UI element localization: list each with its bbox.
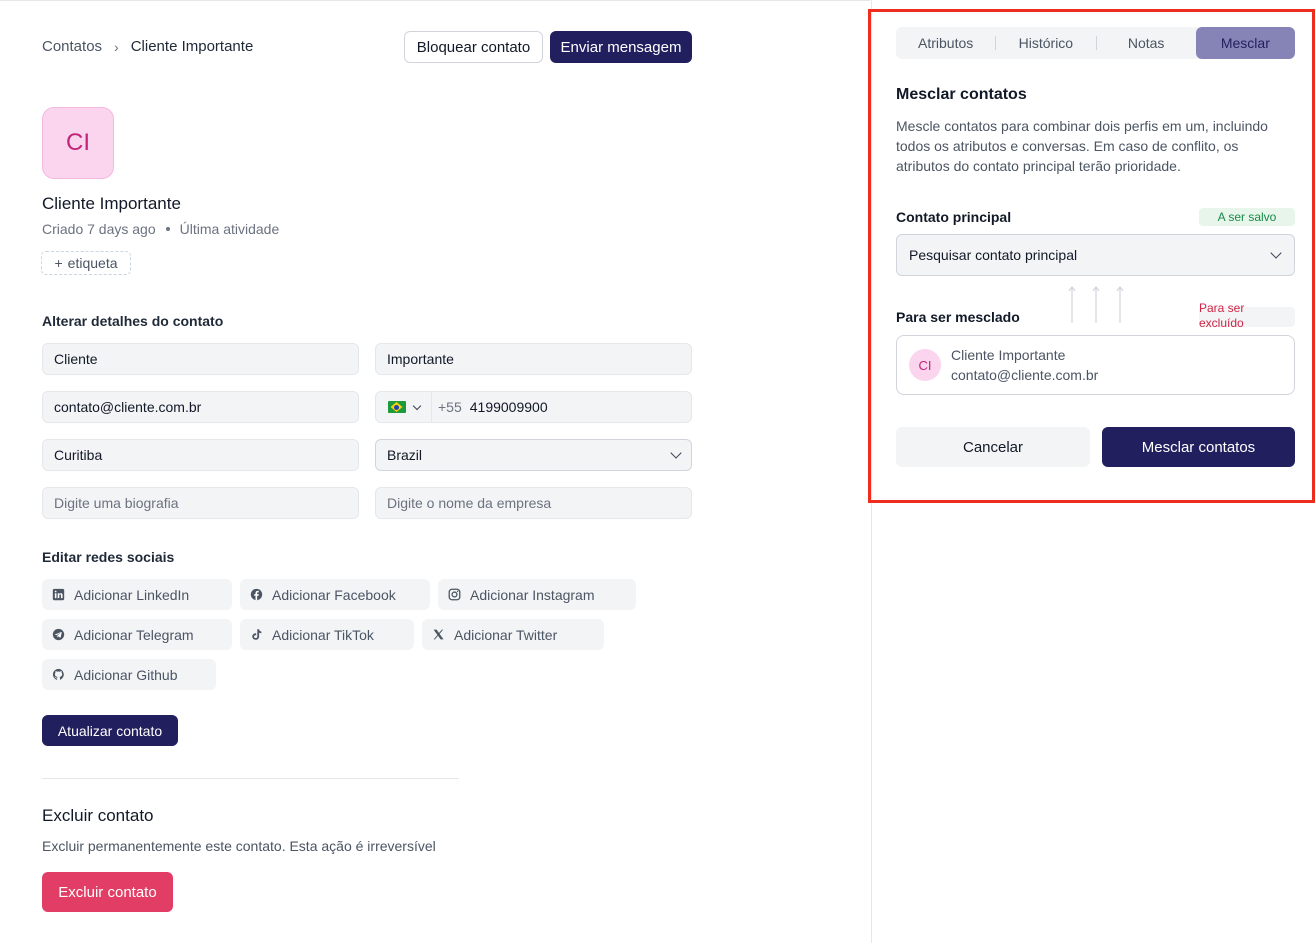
phone-code: +55 <box>438 399 462 415</box>
add-github-button[interactable]: Adicionar Github <box>42 659 216 690</box>
city-input[interactable]: Curitiba <box>42 439 359 471</box>
top-border <box>0 0 870 3</box>
update-contact-button[interactable]: Atualizar contato <box>42 715 178 746</box>
tab-notes[interactable]: Notas <box>1097 27 1196 59</box>
cancel-button[interactable]: Cancelar <box>896 427 1090 467</box>
chevron-down-icon <box>1270 247 1282 259</box>
twitter-x-icon <box>432 628 445 641</box>
breadcrumb-current: Cliente Importante <box>130 38 254 55</box>
merge-description: Mescle contatos para combinar dois perfi… <box>896 118 1268 174</box>
facebook-icon <box>250 588 263 601</box>
last-activity: Última atividade <box>179 221 280 237</box>
delete-title: Excluir contato <box>42 806 154 825</box>
add-instagram-button[interactable]: Adicionar Instagram <box>438 579 636 610</box>
chevron-down-icon <box>670 447 682 459</box>
merged-contact-email: contato@cliente.com.br <box>951 367 1099 383</box>
add-tag-button[interactable]: + etiqueta <box>41 251 131 275</box>
social-label: Adicionar Telegram <box>74 626 194 643</box>
add-tiktok-button[interactable]: Adicionar TikTok <box>240 619 414 650</box>
social-title: Editar redes sociais <box>42 549 175 565</box>
created-at: Criado 7 days ago <box>42 221 156 237</box>
details-title: Alterar detalhes do contato <box>42 313 224 329</box>
merge-arrows-icon <box>1068 286 1124 323</box>
to-be-saved-badge: A ser salvo <box>1199 208 1295 226</box>
last-name-input[interactable]: Importante <box>375 343 692 375</box>
avatar: CI <box>42 107 114 179</box>
social-label: Adicionar Github <box>74 666 178 683</box>
primary-contact-placeholder: Pesquisar contato principal <box>909 247 1078 263</box>
breadcrumb-contacts-link[interactable]: Contatos <box>42 38 102 55</box>
tab-merge[interactable]: Mesclar <box>1195 27 1295 59</box>
add-linkedin-button[interactable]: Adicionar LinkedIn <box>42 579 232 610</box>
tab-history[interactable]: Histórico <box>996 27 1095 59</box>
merged-contact-label: Para ser mesclado <box>896 309 1020 325</box>
primary-contact-search[interactable]: Pesquisar contato principal <box>896 234 1295 276</box>
telegram-icon <box>52 628 65 641</box>
tiktok-icon <box>250 628 263 641</box>
block-contact-button[interactable]: Bloquear contato <box>404 31 543 63</box>
brazil-flag-icon <box>387 401 406 413</box>
send-message-button[interactable]: Enviar mensagem <box>550 31 692 63</box>
to-be-deleted-badge: Para ser excluído <box>1199 301 1295 330</box>
social-label: Adicionar Instagram <box>470 586 595 603</box>
chevron-down-icon <box>412 401 421 410</box>
phone-number-input[interactable]: 4199009900 <box>470 399 548 415</box>
merge-title: Mesclar contatos <box>896 86 1027 103</box>
add-twitter-button[interactable]: Adicionar Twitter <box>422 619 604 650</box>
chevron-right-icon: › <box>114 38 119 55</box>
company-input[interactable]: Digite o nome da empresa <box>375 487 692 519</box>
first-name-input[interactable]: Cliente <box>42 343 359 375</box>
delete-description: Excluir permanentemente este contato. Es… <box>42 838 436 854</box>
github-icon <box>52 668 65 681</box>
avatar: CI <box>909 349 941 381</box>
merged-contact-card: CI Cliente Importante contato@cliente.co… <box>896 335 1295 395</box>
social-label: Adicionar LinkedIn <box>74 586 190 603</box>
add-tag-label: etiqueta <box>67 255 118 271</box>
social-label: Adicionar TikTok <box>272 626 374 643</box>
add-telegram-button[interactable]: Adicionar Telegram <box>42 619 232 650</box>
merged-contact-name: Cliente Importante <box>951 347 1066 363</box>
breadcrumb: Contatos › Cliente Importante <box>42 38 253 55</box>
to-be-deleted-text: Para ser excluído <box>1199 301 1245 330</box>
contact-name: Cliente Importante <box>42 194 181 213</box>
separator-dot <box>165 227 170 231</box>
primary-contact-label: Contato principal <box>896 209 1012 225</box>
contact-meta: Criado 7 days ago Última atividade <box>42 221 279 237</box>
social-label: Adicionar Facebook <box>272 586 396 603</box>
tab-attributes[interactable]: Atributos <box>896 27 995 59</box>
email-field[interactable]: contato@cliente.com.br <box>42 391 359 423</box>
country-select[interactable]: Brazil <box>375 439 692 471</box>
bio-input[interactable]: Digite uma biografia <box>42 487 359 519</box>
phone-field[interactable]: +55 4199009900 <box>375 391 692 423</box>
instagram-icon <box>448 588 461 601</box>
linkedin-icon <box>52 588 65 601</box>
section-divider <box>42 778 459 779</box>
country-value: Brazil <box>387 447 423 463</box>
merge-contacts-button[interactable]: Mesclar contatos <box>1102 427 1295 467</box>
plus-icon: + <box>54 255 63 271</box>
panel-tabs: Atributos Histórico Notas Mesclar <box>896 27 1295 59</box>
add-facebook-button[interactable]: Adicionar Facebook <box>240 579 430 610</box>
country-code-selector[interactable] <box>376 392 432 422</box>
delete-contact-button[interactable]: Excluir contato <box>42 872 173 912</box>
social-label: Adicionar Twitter <box>454 626 558 643</box>
